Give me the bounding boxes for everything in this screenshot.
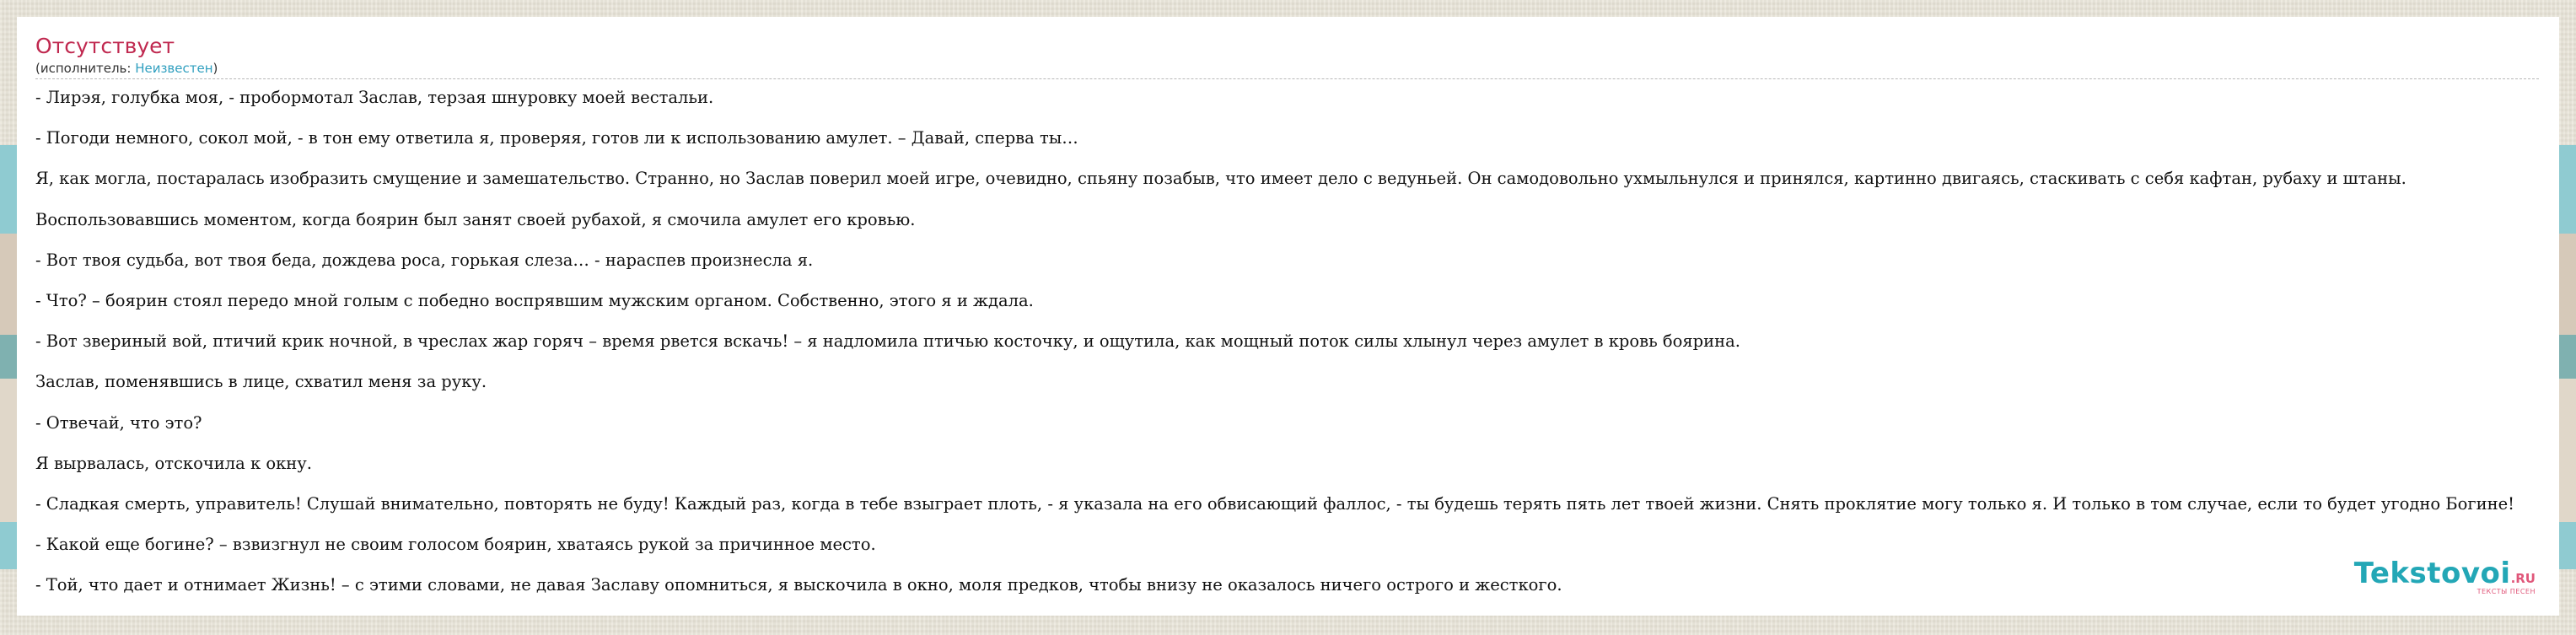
lyric-line: - Отвечай, что это? <box>35 412 202 433</box>
performer-line: (исполнитель: Неизвестен) <box>35 61 2539 79</box>
lyric-line: Воспользовавшись моментом, когда боярин … <box>35 209 916 229</box>
lyrics-text: - Лирэя, голубка моя, - пробормотал Засл… <box>35 88 2576 616</box>
performer-prefix: (исполнитель: <box>35 61 136 76</box>
lyric-line: - Сладкая смерть, управитель! Слушай вни… <box>35 493 2514 514</box>
lyric-line: - Вот твоя судьба, вот твоя беда, дождев… <box>35 250 814 270</box>
site-logo[interactable]: Tekstovoi.RU ТЕКСТЫ ПЕСЕН <box>2354 557 2536 595</box>
logo-name: Tekstovoi <box>2353 557 2511 590</box>
lyric-line: - Что? – боярин стоял передо мной голым … <box>35 290 1034 310</box>
lyric-line: - Вот звериный вой, птичий крик ночной, … <box>35 331 1740 352</box>
song-title: Отсутствует <box>35 34 175 58</box>
lyric-line: Заслав, поменявшись в лице, схватил меня… <box>35 372 487 392</box>
lyric-line: - Лирэя, голубка моя, - пробормотал Засл… <box>35 88 714 107</box>
lyrics-page: Отсутствует (исполнитель: Неизвестен) - … <box>17 17 2559 616</box>
lyric-line: Я, как могла, постаралась изобразить сму… <box>35 169 2407 189</box>
performer-suffix: ) <box>212 61 218 76</box>
performer-link[interactable]: Неизвестен <box>135 61 212 76</box>
lyric-line: - Той, что дает и отнимает Жизнь! – с эт… <box>35 575 1562 595</box>
lyric-line: - Какой еще богине? – взвизгнул не своим… <box>35 535 876 555</box>
logo-tld: .RU <box>2510 571 2536 586</box>
lyric-line: - Погоди немного, сокол мой, - в тон ему… <box>35 128 1078 148</box>
lyric-line: Я вырвалась, отскочила к окну. <box>35 453 312 473</box>
